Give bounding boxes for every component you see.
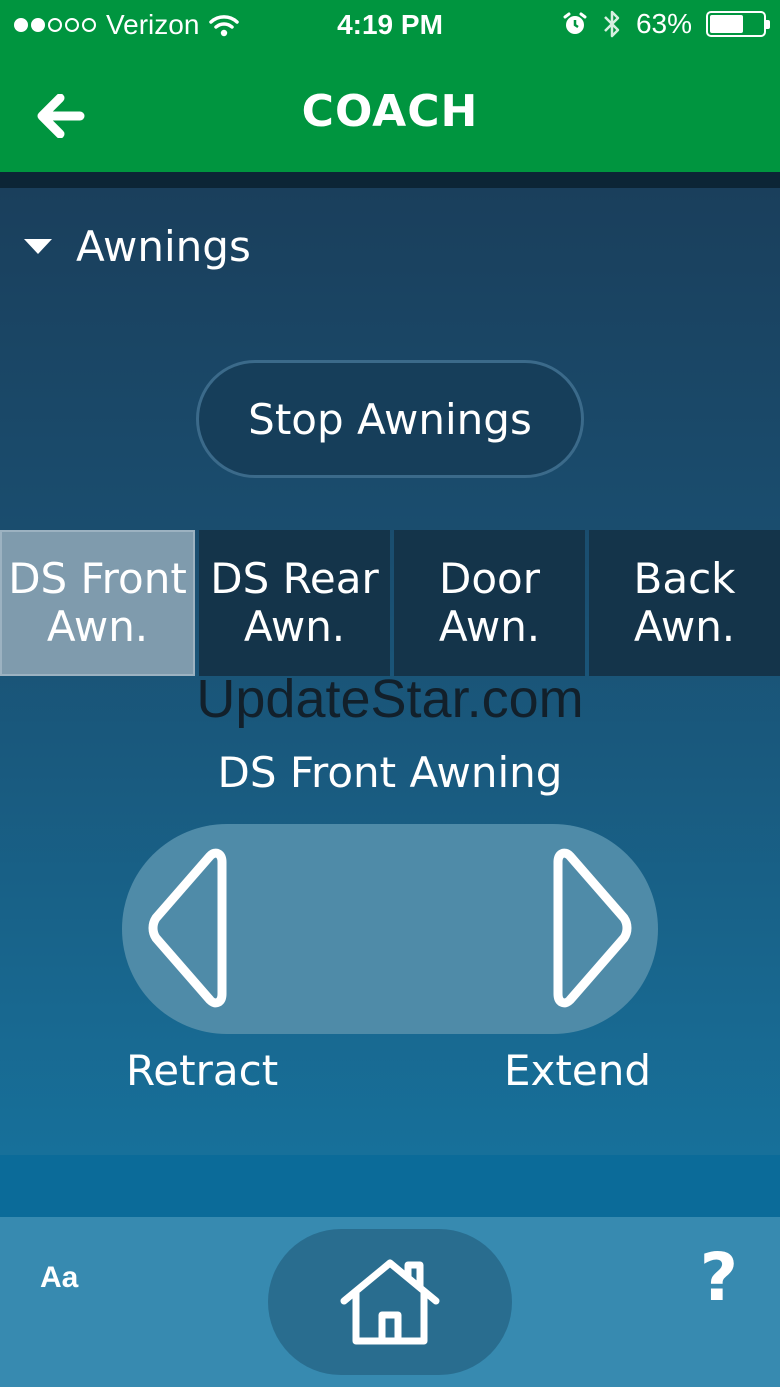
battery-level [710, 15, 743, 33]
home-button[interactable] [268, 1229, 512, 1375]
awning-tab-label-line1: Back [633, 554, 736, 603]
battery-percent: 63% [635, 8, 692, 39]
section-divider [0, 1155, 780, 1217]
alarm-icon [563, 12, 587, 34]
nav-bar: COACH [0, 50, 780, 172]
awning-tab-label-line2: Awn. [633, 602, 736, 651]
awning-tab-label-line1: Door [438, 554, 540, 603]
retract-arrow-icon[interactable] [142, 844, 242, 1012]
awning-tab-ds-front[interactable]: DS Front Awn. [0, 530, 195, 676]
awning-tab-label-line2: Awn. [243, 602, 346, 651]
awning-tab-label-line2: Awn. [438, 602, 541, 651]
awnings-section-toggle[interactable]: Awnings [24, 222, 251, 271]
status-right: 63% [562, 8, 770, 40]
awning-tab-label-line1: DS Rear [210, 554, 379, 603]
battery-icon [706, 11, 770, 37]
awning-tab-door[interactable]: Door Awn. [394, 530, 585, 676]
status-bar: Verizon 4:19 PM 63% [0, 0, 780, 50]
help-button[interactable]: ? [700, 1239, 738, 1316]
section-label: Awnings [76, 222, 251, 271]
selected-awning-title: DS Front Awning [217, 748, 563, 797]
caret-down-icon [24, 239, 52, 254]
extend-arrow-icon[interactable] [538, 844, 638, 1012]
extend-label: Extend [504, 1046, 651, 1095]
home-icon [340, 1259, 440, 1345]
watermark-text: UpdateStar.com [196, 669, 584, 729]
awning-tab-label-line1: DS Front [8, 554, 187, 603]
nav-divider [0, 172, 780, 188]
awning-control [122, 824, 658, 1034]
stop-awnings-button[interactable]: Stop Awnings [196, 360, 584, 478]
bluetooth-icon [604, 10, 620, 38]
awning-selector: DS Front Awn. DS Rear Awn. Door Awn. Bac… [0, 530, 780, 676]
bottom-toolbar: Aa ? [0, 1217, 780, 1387]
awning-tab-back[interactable]: Back Awn. [589, 530, 780, 676]
awning-tab-ds-rear[interactable]: DS Rear Awn. [199, 530, 390, 676]
awnings-panel: Awnings Stop Awnings DS Front Awn. DS Re… [0, 188, 780, 1155]
awning-tab-label-line2: Awn. [46, 602, 149, 651]
font-size-button[interactable]: Aa [40, 1261, 78, 1295]
retract-label: Retract [126, 1046, 279, 1095]
page-title: COACH [301, 86, 479, 137]
